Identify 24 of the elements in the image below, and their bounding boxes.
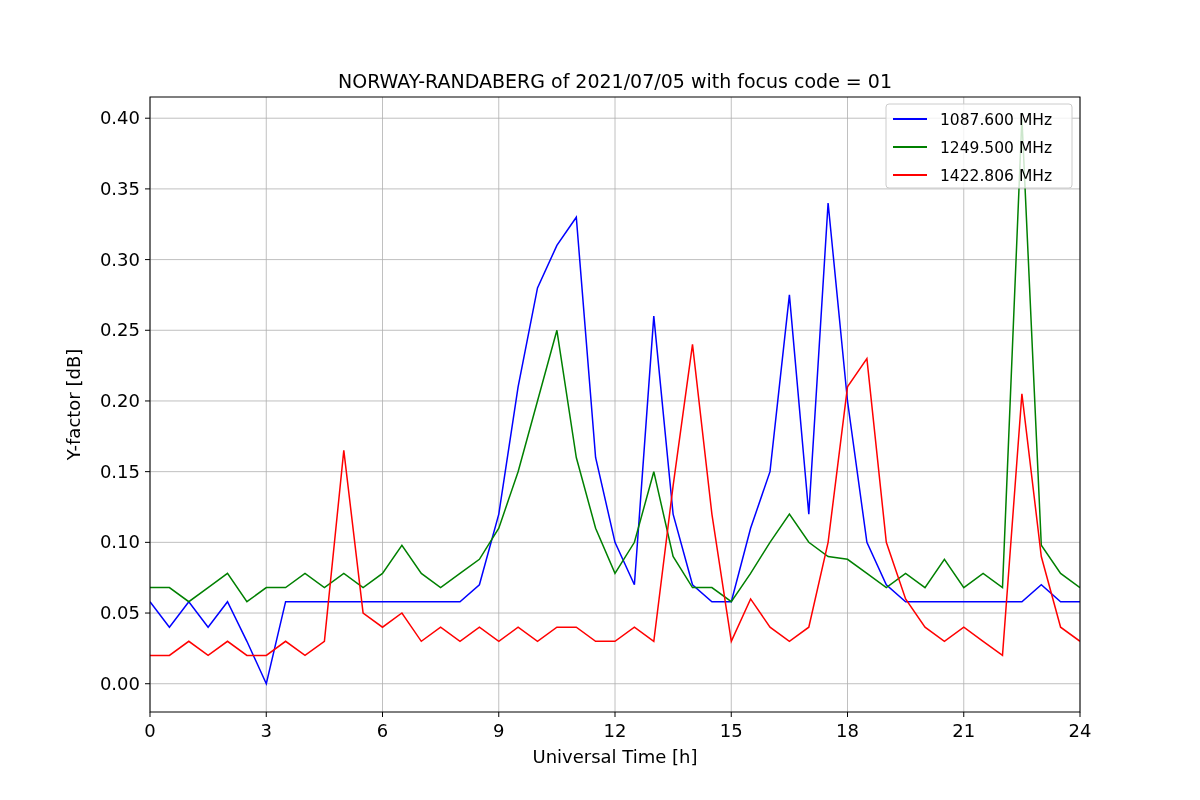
y-tick-label: 0.40: [99, 107, 140, 129]
x-tick-label: 24: [1068, 720, 1092, 741]
legend-label: 1087.600 MHz: [940, 111, 1053, 129]
x-tick-label: 21: [952, 720, 976, 741]
y-tick-label: 0.05: [99, 602, 140, 624]
x-axis-label: Universal Time [h]: [532, 746, 698, 767]
x-tick-label: 0: [144, 720, 156, 741]
x-tick-label: 3: [260, 720, 272, 741]
y-tick-label: 0.35: [99, 177, 140, 199]
x-tick-label: 18: [836, 720, 859, 741]
x-tick-label: 15: [719, 720, 743, 741]
y-axis-label: Y-factor [dB]: [63, 348, 84, 461]
legend-label: 1249.500 MHz: [940, 139, 1053, 157]
y-tick-label: 0.10: [99, 531, 140, 553]
y-tick-label: 0.15: [99, 460, 140, 482]
y-tick-label: 0.30: [99, 248, 140, 270]
x-tick-label: 6: [376, 720, 389, 741]
y-tick-label: 0.25: [99, 319, 140, 341]
y-tick-label: 0.20: [99, 389, 140, 411]
legend-label: 1422.806 MHz: [940, 167, 1053, 185]
x-tick-label: 12: [603, 720, 627, 741]
y-tick-label: 0.00: [99, 672, 140, 694]
chart-title: NORWAY-RANDABERG of 2021/07/05 with focus code = 01: [338, 70, 892, 92]
x-tick-label: 9: [493, 720, 505, 741]
